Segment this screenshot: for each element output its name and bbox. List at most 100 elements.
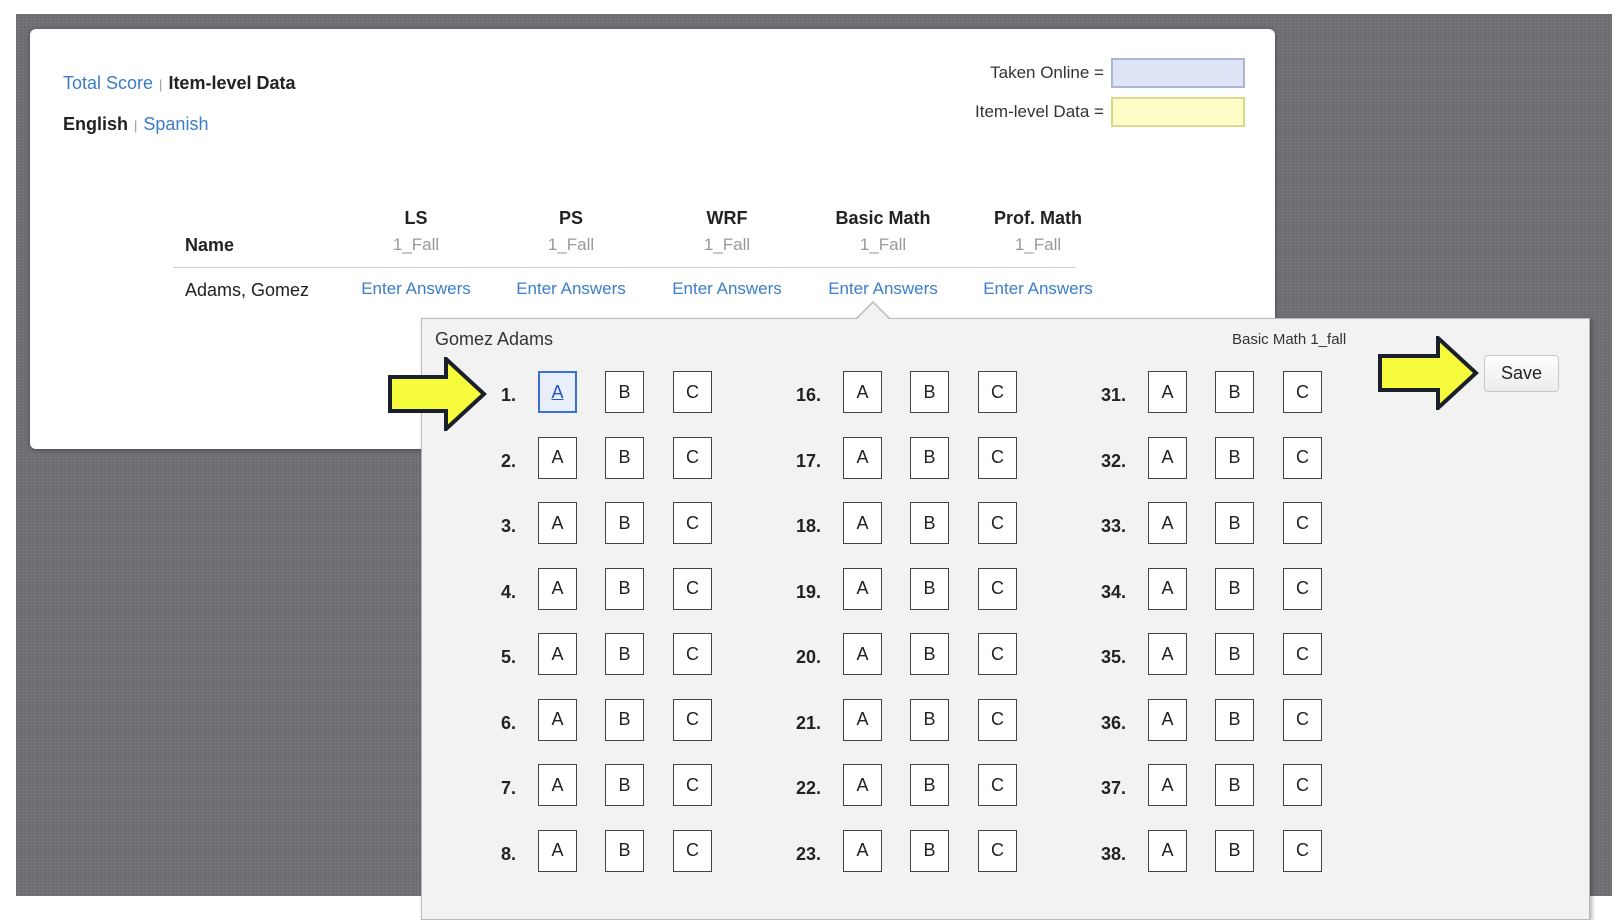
answer-option-c[interactable]: C xyxy=(1283,436,1322,479)
answer-option-a[interactable]: A xyxy=(843,633,882,675)
question-number: 20. xyxy=(795,647,821,667)
answer-option-c[interactable]: C xyxy=(1283,502,1322,544)
question-number: 38. xyxy=(1100,843,1126,864)
answer-option-b[interactable]: B xyxy=(1215,567,1254,610)
answer-option-c[interactable]: C xyxy=(978,502,1017,544)
answer-option-a[interactable]: A xyxy=(843,764,882,806)
answer-option-b[interactable]: B xyxy=(910,764,949,806)
answer-option-b[interactable]: B xyxy=(910,829,949,872)
answer-option-a[interactable]: A xyxy=(538,633,577,675)
nav-separator: | xyxy=(159,77,163,92)
yellow-arrow-right-icon xyxy=(1378,336,1479,410)
answer-option-a[interactable]: A xyxy=(843,567,882,610)
answer-option-b[interactable]: B xyxy=(1215,829,1254,872)
question-number: 18. xyxy=(795,516,821,536)
answer-option-a[interactable]: A xyxy=(1148,698,1187,741)
legend-label: Taken Online = xyxy=(990,63,1104,82)
answer-option-c[interactable]: C xyxy=(978,764,1017,806)
answer-option-b[interactable]: B xyxy=(605,502,644,544)
column-title: Basic Math xyxy=(835,208,931,228)
answer-option-a[interactable]: A xyxy=(843,371,882,413)
answer-option-b[interactable]: B xyxy=(605,764,644,806)
question-number: 19. xyxy=(795,581,821,602)
answer-option-a[interactable]: A xyxy=(1148,633,1187,675)
answer-option-b[interactable]: B xyxy=(910,567,949,610)
answer-option-c[interactable]: C xyxy=(673,567,712,610)
question-number: 37. xyxy=(1100,778,1126,798)
answer-option-c[interactable]: C xyxy=(978,371,1017,413)
answer-option-a[interactable]: A xyxy=(843,436,882,479)
answer-option-c[interactable]: C xyxy=(1283,371,1322,413)
answer-option-a[interactable]: A xyxy=(843,502,882,544)
answer-option-b[interactable]: B xyxy=(1215,633,1254,675)
answer-option-b[interactable]: B xyxy=(605,371,644,413)
answer-option-b[interactable]: B xyxy=(910,502,949,544)
spanish-link[interactable]: Spanish xyxy=(143,114,208,134)
answer-option-b[interactable]: B xyxy=(1215,502,1254,544)
answer-option-c[interactable]: C xyxy=(673,371,712,413)
answer-option-b[interactable]: B xyxy=(605,829,644,872)
answer-option-a[interactable]: A xyxy=(1148,436,1187,479)
answer-option-b[interactable]: B xyxy=(910,371,949,413)
nav-separator: | xyxy=(134,118,138,133)
answer-option-a[interactable]: A xyxy=(538,764,577,806)
answer-option-b[interactable]: B xyxy=(605,633,644,675)
answer-option-a[interactable]: A xyxy=(538,502,577,544)
answer-option-c[interactable]: C xyxy=(673,829,712,872)
question-number: 3. xyxy=(500,516,516,536)
enter-answers-link-ps[interactable]: Enter Answers xyxy=(496,279,646,299)
save-button[interactable]: Save xyxy=(1484,355,1559,392)
answer-option-b[interactable]: B xyxy=(605,567,644,610)
answer-option-c[interactable]: C xyxy=(1283,764,1322,806)
answer-option-a[interactable]: A xyxy=(843,829,882,872)
answer-option-b[interactable]: B xyxy=(910,633,949,675)
answer-option-a[interactable]: A xyxy=(1148,567,1187,610)
answer-option-b[interactable]: B xyxy=(910,436,949,479)
answer-option-c[interactable]: C xyxy=(978,567,1017,610)
answer-option-a[interactable]: A xyxy=(1148,371,1187,413)
answer-option-b[interactable]: B xyxy=(605,436,644,479)
enter-answers-link-basic-math[interactable]: Enter Answers xyxy=(808,279,958,299)
answer-option-c[interactable]: C xyxy=(978,829,1017,872)
answer-option-b[interactable]: B xyxy=(1215,371,1254,413)
answer-option-c[interactable]: C xyxy=(1283,567,1322,610)
answer-option-c[interactable]: C xyxy=(1283,633,1322,675)
answer-option-a[interactable]: A xyxy=(538,829,577,872)
answer-option-a[interactable]: A xyxy=(1148,502,1187,544)
answer-option-a-selected[interactable]: A xyxy=(538,371,577,413)
total-score-link[interactable]: Total Score xyxy=(63,73,153,93)
answer-option-c[interactable]: C xyxy=(1283,829,1322,872)
answer-option-a[interactable]: A xyxy=(843,698,882,741)
answer-option-a[interactable]: A xyxy=(1148,829,1187,872)
answer-option-a[interactable]: A xyxy=(538,436,577,479)
answer-option-c[interactable]: C xyxy=(673,436,712,479)
answer-option-a[interactable]: A xyxy=(538,698,577,741)
answer-option-a[interactable]: A xyxy=(538,567,577,610)
question-number: 8. xyxy=(500,843,516,864)
answer-option-c[interactable]: C xyxy=(673,764,712,806)
answer-option-b[interactable]: B xyxy=(1215,764,1254,806)
answer-option-c[interactable]: C xyxy=(978,436,1017,479)
column-subtitle: 1_Fall xyxy=(392,235,440,254)
yellow-arrow-right-icon xyxy=(388,357,487,431)
answer-option-b[interactable]: B xyxy=(1215,436,1254,479)
answer-option-a[interactable]: A xyxy=(1148,764,1187,806)
popup-student-name: Gomez Adams xyxy=(435,329,554,349)
score-type-nav: Total Score | Item-level Data xyxy=(63,73,296,94)
answer-option-c[interactable]: C xyxy=(673,502,712,544)
question-number: 2. xyxy=(500,450,516,471)
legend-item-level: Item-level Data = xyxy=(975,97,1245,127)
answer-option-b[interactable]: B xyxy=(910,698,949,741)
question-number: 17. xyxy=(795,450,821,471)
answer-option-c[interactable]: C xyxy=(1283,698,1322,741)
answer-option-c[interactable]: C xyxy=(978,633,1017,675)
enter-answers-link-wrf[interactable]: Enter Answers xyxy=(652,279,802,299)
question-number: 33. xyxy=(1100,516,1126,536)
enter-answers-link-prof-math[interactable]: Enter Answers xyxy=(963,279,1113,299)
answer-option-b[interactable]: B xyxy=(1215,698,1254,741)
answer-option-b[interactable]: B xyxy=(605,698,644,741)
answer-option-c[interactable]: C xyxy=(673,698,712,741)
answer-option-c[interactable]: C xyxy=(978,698,1017,741)
answer-option-c[interactable]: C xyxy=(673,633,712,675)
enter-answers-link-ls[interactable]: Enter Answers xyxy=(341,279,491,299)
